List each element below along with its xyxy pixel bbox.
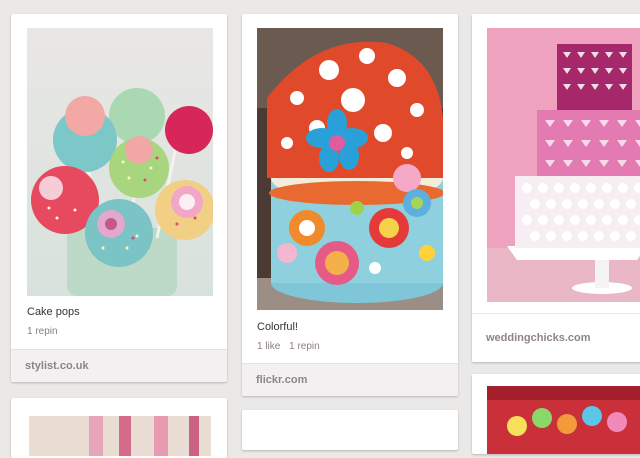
pin-image[interactable] [487,28,640,302]
pin-board: { "pins": [ { "id": "cake-pops", "image_… [0,0,640,458]
pin-source-label[interactable]: stylist.co.uk [25,360,89,372]
pin-image[interactable] [29,416,211,456]
like-count[interactable]: 1 like [257,341,280,352]
pin-source[interactable]: flickr.com [242,363,458,396]
pin-stats: 1 like 1 repin [257,341,326,352]
pin-image[interactable] [487,386,640,454]
repin-count[interactable]: 1 repin [289,341,320,352]
pin-source-label[interactable]: weddingchicks.com [486,332,591,344]
pin-description: Cake pops [27,306,80,318]
pin-card[interactable]: Cake pops 1 repin stylist.co.uk [11,14,227,382]
pin-image[interactable] [27,28,213,296]
repin-count[interactable]: 1 repin [27,326,58,337]
pin-description: Colorful! [257,321,298,333]
pin-source[interactable]: stylist.co.uk [11,349,227,382]
pin-card[interactable] [472,374,640,454]
pin-card[interactable]: weddingchicks.com [472,14,640,362]
pin-stats: 1 repin [27,326,64,337]
pin-card[interactable]: Colorful! 1 like 1 repin flickr.com [242,14,458,396]
pin-source[interactable]: weddingchicks.com [472,313,640,362]
pin-card[interactable] [242,410,458,450]
pin-source-label[interactable]: flickr.com [256,374,307,386]
pin-card[interactable] [11,398,227,458]
pin-image[interactable] [257,28,443,310]
